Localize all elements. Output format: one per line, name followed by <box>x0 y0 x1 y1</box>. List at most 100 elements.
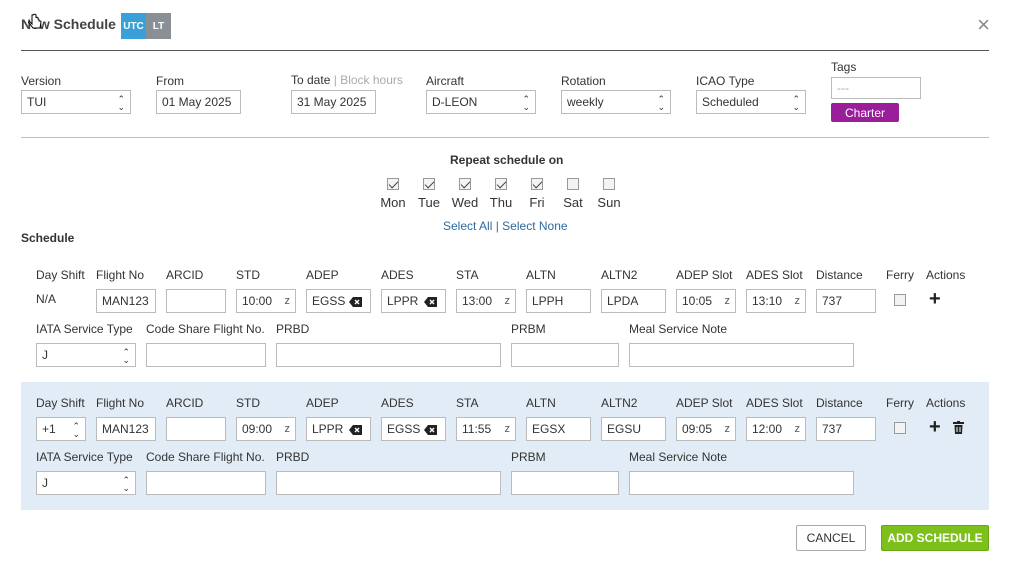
sta-input[interactable]: 11:55 z <box>456 417 516 441</box>
meal-note-input[interactable] <box>629 343 854 367</box>
day-checkbox[interactable] <box>387 178 399 190</box>
sta-input[interactable]: 13:00 z <box>456 289 516 313</box>
trash-icon[interactable] <box>953 421 964 434</box>
day-checkbox[interactable] <box>423 178 435 190</box>
clear-input-icon[interactable] <box>349 297 362 307</box>
version-select[interactable]: TUI ⌃ ⌄ <box>21 90 131 114</box>
col-distance: Distance <box>816 268 863 282</box>
ades-input[interactable]: LPPR <box>381 289 446 313</box>
iata-service-select[interactable]: J ⌃ ⌄ <box>36 343 136 367</box>
iata-value: J <box>42 476 48 490</box>
col-codeshare: Code Share Flight No. <box>146 450 265 464</box>
altn-input[interactable]: LPPH <box>526 289 591 313</box>
clear-input-icon[interactable] <box>424 425 437 435</box>
ferry-checkbox[interactable] <box>894 422 906 434</box>
tags-input[interactable]: --- <box>831 77 921 99</box>
add-schedule-button[interactable]: ADD SCHEDULE <box>881 525 989 551</box>
altn-input[interactable]: EGSX <box>526 417 591 441</box>
clear-input-icon[interactable] <box>424 297 437 307</box>
col-day-shift: Day Shift <box>36 396 85 410</box>
add-leg-icon[interactable]: + <box>929 417 941 437</box>
col-ades: ADES <box>381 396 414 410</box>
day-wed[interactable]: Wed <box>450 178 480 210</box>
col-flight-no: Flight No <box>96 268 145 282</box>
std-input[interactable]: 10:00 z <box>236 289 296 313</box>
from-label: From <box>156 74 184 88</box>
select-all-link[interactable]: Select All <box>443 219 492 233</box>
std-input[interactable]: 09:00 z <box>236 417 296 441</box>
day-thu[interactable]: Thu <box>486 178 516 210</box>
cancel-button[interactable]: CANCEL <box>796 525 866 551</box>
day-shift-select[interactable]: +1 ⌃ ⌄ <box>36 417 86 441</box>
prbd-input[interactable] <box>276 343 501 367</box>
adep-input[interactable]: LPPR <box>306 417 371 441</box>
day-checkbox[interactable] <box>567 178 579 190</box>
ades-input[interactable]: EGSS <box>381 417 446 441</box>
adep-slot-input[interactable]: 10:05 z <box>676 289 736 313</box>
day-checkbox[interactable] <box>603 178 615 190</box>
iata-service-select[interactable]: J ⌃ ⌄ <box>36 471 136 495</box>
altn2-input[interactable]: LPDA <box>601 289 666 313</box>
adep-input[interactable]: EGSS <box>306 289 371 313</box>
flight-no-input[interactable]: MAN123 <box>96 289 156 313</box>
flight-no-input[interactable]: MAN123 <box>96 417 156 441</box>
add-leg-icon[interactable]: + <box>929 289 941 309</box>
meal-note-input[interactable] <box>629 471 854 495</box>
icao-type-select[interactable]: Scheduled ⌃ ⌄ <box>696 90 806 114</box>
lt-toggle[interactable]: LT <box>146 13 171 39</box>
col-arcid: ARCID <box>166 396 204 410</box>
tag-charter[interactable]: Charter <box>831 103 899 122</box>
day-sun[interactable]: Sun <box>594 178 624 210</box>
day-sat[interactable]: Sat <box>558 178 588 210</box>
arcid-input[interactable] <box>166 417 226 441</box>
ades-value: LPPR <box>387 294 419 308</box>
day-checkbox[interactable] <box>459 178 471 190</box>
day-label: Wed <box>451 195 479 210</box>
col-adep: ADEP <box>306 268 339 282</box>
sta-value: 11:55 <box>462 422 492 436</box>
zulu-marker: z <box>794 423 801 435</box>
zulu-marker: z <box>284 295 291 307</box>
col-ades-slot: ADES Slot <box>746 396 803 410</box>
select-none-link[interactable]: Select None <box>502 219 567 233</box>
utc-toggle[interactable]: UTC <box>121 13 146 39</box>
col-flight-no: Flight No <box>96 396 145 410</box>
zulu-marker: z <box>504 295 511 307</box>
zulu-marker: z <box>504 423 511 435</box>
codeshare-input[interactable] <box>146 343 266 367</box>
arcid-input[interactable] <box>166 289 226 313</box>
close-icon[interactable]: × <box>977 14 990 36</box>
prbd-input[interactable] <box>276 471 501 495</box>
distance-input[interactable]: 737 <box>816 417 876 441</box>
altn2-input[interactable]: EGSU <box>601 417 666 441</box>
prbm-input[interactable] <box>511 471 619 495</box>
adep-value: LPPR <box>312 422 344 436</box>
col-altn: ALTN <box>526 396 556 410</box>
ferry-checkbox[interactable] <box>894 294 906 306</box>
zulu-marker: z <box>724 295 731 307</box>
aircraft-value: D-LEON <box>432 95 478 109</box>
day-fri[interactable]: Fri <box>522 178 552 210</box>
day-tue[interactable]: Tue <box>414 178 444 210</box>
codeshare-input[interactable] <box>146 471 266 495</box>
day-label: Thu <box>489 195 513 210</box>
day-mon[interactable]: Mon <box>378 178 408 210</box>
day-checkbox[interactable] <box>495 178 507 190</box>
adep-slot-value: 10:05 <box>682 294 713 308</box>
distance-input[interactable]: 737 <box>816 289 876 313</box>
clear-input-icon[interactable] <box>349 425 362 435</box>
col-ferry: Ferry <box>886 396 914 410</box>
prbm-input[interactable] <box>511 343 619 367</box>
adep-slot-input[interactable]: 09:05 z <box>676 417 736 441</box>
col-ades: ADES <box>381 268 414 282</box>
from-date-input[interactable]: 01 May 2025 <box>156 90 241 114</box>
block-hours-link[interactable]: Block hours <box>340 73 403 87</box>
ades-slot-input[interactable]: 12:00 z <box>746 417 806 441</box>
zulu-marker: z <box>794 295 801 307</box>
rotation-select[interactable]: weekly ⌃ ⌄ <box>561 90 671 114</box>
ades-slot-input[interactable]: 13:10 z <box>746 289 806 313</box>
day-checkbox[interactable] <box>531 178 543 190</box>
to-date-input[interactable]: 31 May 2025 <box>291 90 376 114</box>
chevron-updown-icon: ⌃ ⌄ <box>657 94 665 112</box>
aircraft-select[interactable]: D-LEON ⌃ ⌄ <box>426 90 536 114</box>
